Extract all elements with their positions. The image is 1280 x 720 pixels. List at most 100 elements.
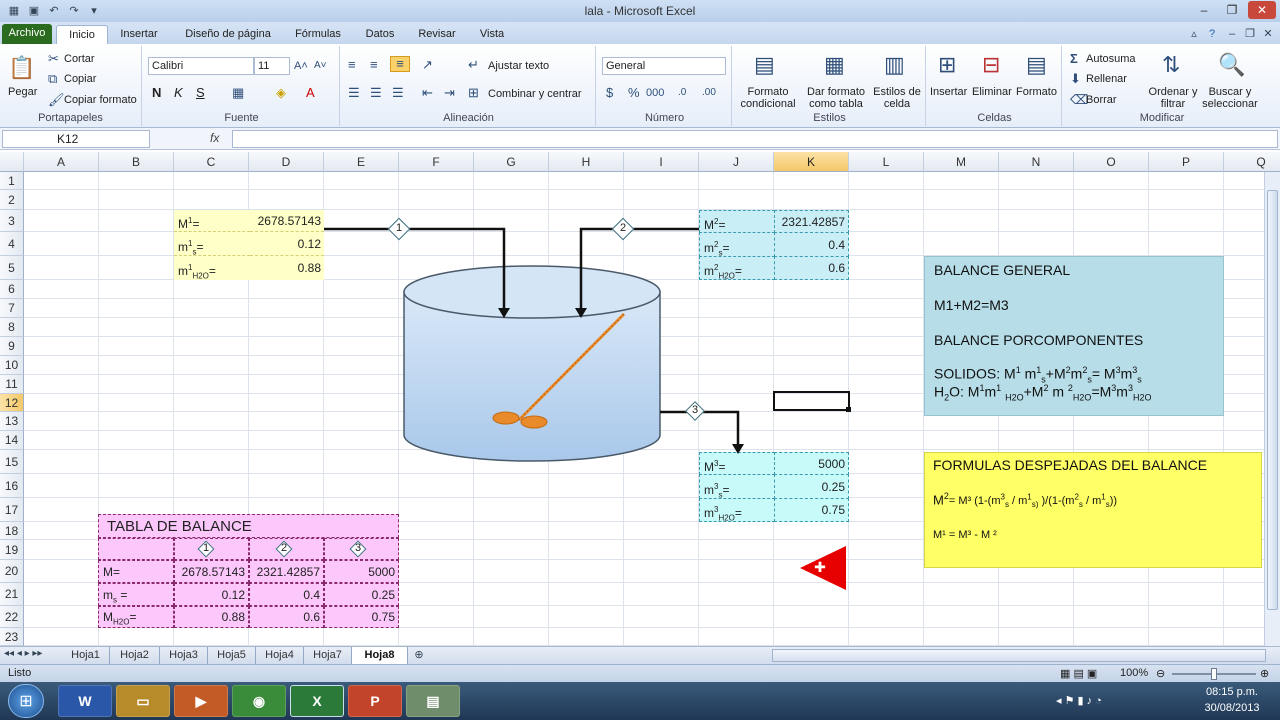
sheet-tab-hoja2[interactable]: Hoja2: [110, 647, 160, 664]
start-button-icon[interactable]: ⊞: [8, 684, 44, 718]
fill-button[interactable]: Rellenar: [1086, 73, 1127, 85]
tab-inicio[interactable]: Inicio: [56, 25, 108, 44]
taskbar-chrome-icon[interactable]: ◉: [232, 685, 286, 717]
tab-insertar[interactable]: Insertar: [112, 25, 166, 44]
minimize-icon[interactable]: –: [1190, 1, 1218, 19]
delete-cells-button[interactable]: Eliminar: [972, 86, 1012, 98]
align-right-icon[interactable]: ☰: [392, 86, 404, 100]
font-color-icon[interactable]: A: [306, 86, 315, 100]
format-table-icon[interactable]: ▦: [824, 52, 845, 78]
cell-styles-icon[interactable]: ▥: [884, 52, 905, 78]
wb-close-icon[interactable]: ✕: [1260, 26, 1276, 42]
tab-archivo[interactable]: Archivo: [2, 24, 52, 44]
merge-center-icon[interactable]: ⊞: [468, 86, 479, 100]
comma-style-icon[interactable]: 000: [646, 86, 664, 100]
format-cells-icon[interactable]: ▤: [1026, 52, 1047, 78]
increase-indent-icon[interactable]: ⇥: [444, 86, 455, 100]
fill-color-icon[interactable]: ◈: [276, 86, 286, 100]
delete-cells-icon[interactable]: ⊟: [982, 52, 1000, 78]
table-cell[interactable]: 0.4: [249, 583, 324, 606]
zoom-out-icon[interactable]: ⊖: [1156, 667, 1165, 680]
sheet-nav-icon[interactable]: ◂◂ ◂ ▸ ▸▸: [4, 648, 42, 659]
wrap-text-icon[interactable]: ↵: [468, 58, 479, 72]
format-cells-button[interactable]: Formato: [1016, 86, 1057, 98]
help-icon[interactable]: ?: [1204, 26, 1220, 42]
sheet-tab-hoja8[interactable]: Hoja8: [352, 647, 408, 664]
table-row-solids-label[interactable]: ms =: [98, 583, 174, 606]
table-cell[interactable]: 0.25: [324, 583, 399, 606]
insert-function-icon[interactable]: fx: [210, 131, 219, 145]
sheet-tab-hoja3[interactable]: Hoja3: [160, 647, 208, 664]
formula-input[interactable]: [232, 130, 1278, 148]
number-format-select[interactable]: General: [602, 57, 726, 75]
wb-restore-icon[interactable]: ❐: [1242, 26, 1258, 42]
tab-vista[interactable]: Vista: [470, 25, 514, 44]
wb-minimize-icon[interactable]: –: [1224, 26, 1240, 42]
taskbar-word-icon[interactable]: W: [58, 685, 112, 717]
find-select-button[interactable]: Buscar y seleccionar: [1198, 86, 1262, 110]
system-tray-icons[interactable]: ◂ ⚑ ▮ ♪ ◔: [1056, 694, 1102, 707]
cell-styles-button[interactable]: Estilos de celda: [870, 86, 924, 110]
table-cell[interactable]: 5000: [324, 560, 399, 583]
align-middle-icon[interactable]: ≡: [370, 58, 378, 72]
taskbar-app-icon[interactable]: ▤: [406, 685, 460, 717]
autosum-icon[interactable]: Σ: [1070, 52, 1078, 66]
copy-icon[interactable]: ⧉: [48, 72, 57, 86]
clock-time[interactable]: 08:15 p.m.: [1190, 686, 1274, 698]
decrease-indent-icon[interactable]: ⇤: [422, 86, 433, 100]
clear-button[interactable]: Borrar: [1086, 94, 1117, 106]
sheet-tab-hoja1[interactable]: Hoja1: [62, 647, 110, 664]
cut-icon[interactable]: ✂: [48, 52, 59, 66]
table-cell[interactable]: 0.75: [324, 606, 399, 628]
increase-decimal-icon[interactable]: .0: [678, 86, 686, 100]
align-left-icon[interactable]: ☰: [348, 86, 360, 100]
tab-diseno-pagina[interactable]: Diseño de página: [178, 25, 278, 44]
bold-icon[interactable]: N: [152, 86, 161, 100]
find-select-icon[interactable]: 🔍: [1218, 52, 1245, 78]
insert-cells-button[interactable]: Insertar: [930, 86, 967, 98]
conditional-format-button[interactable]: Formato condicional: [736, 86, 800, 110]
borders-icon[interactable]: ▦: [232, 86, 244, 100]
view-normal-icon[interactable]: ▦ ▤ ▣: [1060, 667, 1097, 680]
shrink-font-icon[interactable]: A˅: [314, 59, 327, 73]
new-sheet-icon[interactable]: ⊕: [408, 647, 430, 664]
align-center-icon[interactable]: ☰: [370, 86, 382, 100]
conditional-format-icon[interactable]: ▤: [754, 52, 775, 78]
percent-icon[interactable]: %: [628, 86, 640, 100]
table-cell[interactable]: 2678.57143: [174, 560, 249, 583]
taskbar-media-icon[interactable]: ▶: [174, 685, 228, 717]
paste-icon[interactable]: 📋: [8, 54, 36, 82]
align-bottom-icon[interactable]: ≡: [390, 56, 410, 72]
underline-icon[interactable]: S: [196, 86, 205, 100]
taskbar-powerpoint-icon[interactable]: P: [348, 685, 402, 717]
sheet-tab-hoja7[interactable]: Hoja7: [304, 647, 352, 664]
sort-filter-icon[interactable]: ⇅: [1162, 52, 1180, 78]
format-table-button[interactable]: Dar formato como tabla: [804, 86, 868, 110]
currency-icon[interactable]: $: [606, 86, 613, 100]
merge-center-button[interactable]: Combinar y centrar: [488, 88, 582, 100]
help-collapse-icon[interactable]: ▵: [1186, 26, 1202, 42]
sort-filter-button[interactable]: Ordenar y filtrar: [1144, 86, 1202, 110]
zoom-slider-thumb[interactable]: [1211, 668, 1217, 680]
table-row-mass-label[interactable]: M=: [98, 560, 174, 583]
balance-table-title[interactable]: TABLA DE BALANCE: [98, 514, 399, 538]
grow-font-icon[interactable]: A˄: [294, 59, 308, 73]
table-row-water-label[interactable]: MH2O=: [98, 606, 174, 628]
taskbar-excel-icon[interactable]: X: [290, 685, 344, 717]
format-painter-icon[interactable]: 🖌: [48, 93, 65, 107]
table-cell[interactable]: 0.6: [249, 606, 324, 628]
wrap-text-button[interactable]: Ajustar texto: [488, 60, 549, 72]
tab-revisar[interactable]: Revisar: [412, 25, 462, 44]
vertical-scrollbar[interactable]: [1264, 172, 1280, 646]
vertical-scroll-thumb[interactable]: [1267, 190, 1278, 610]
table-cell[interactable]: 2321.42857: [249, 560, 324, 583]
balance-general-box[interactable]: BALANCE GENERAL M1+M2=M3 BALANCE PORCOMP…: [924, 256, 1224, 416]
table-header-blank[interactable]: [98, 538, 174, 560]
restore-icon[interactable]: ❐: [1218, 1, 1246, 19]
sheet-tab-hoja4[interactable]: Hoja4: [256, 647, 304, 664]
insert-cells-icon[interactable]: ⊞: [938, 52, 956, 78]
zoom-level[interactable]: 100%: [1120, 667, 1148, 679]
tab-formulas[interactable]: Fórmulas: [288, 25, 348, 44]
font-size-select[interactable]: 11: [254, 57, 290, 75]
clock-date[interactable]: 30/08/2013: [1190, 702, 1274, 714]
